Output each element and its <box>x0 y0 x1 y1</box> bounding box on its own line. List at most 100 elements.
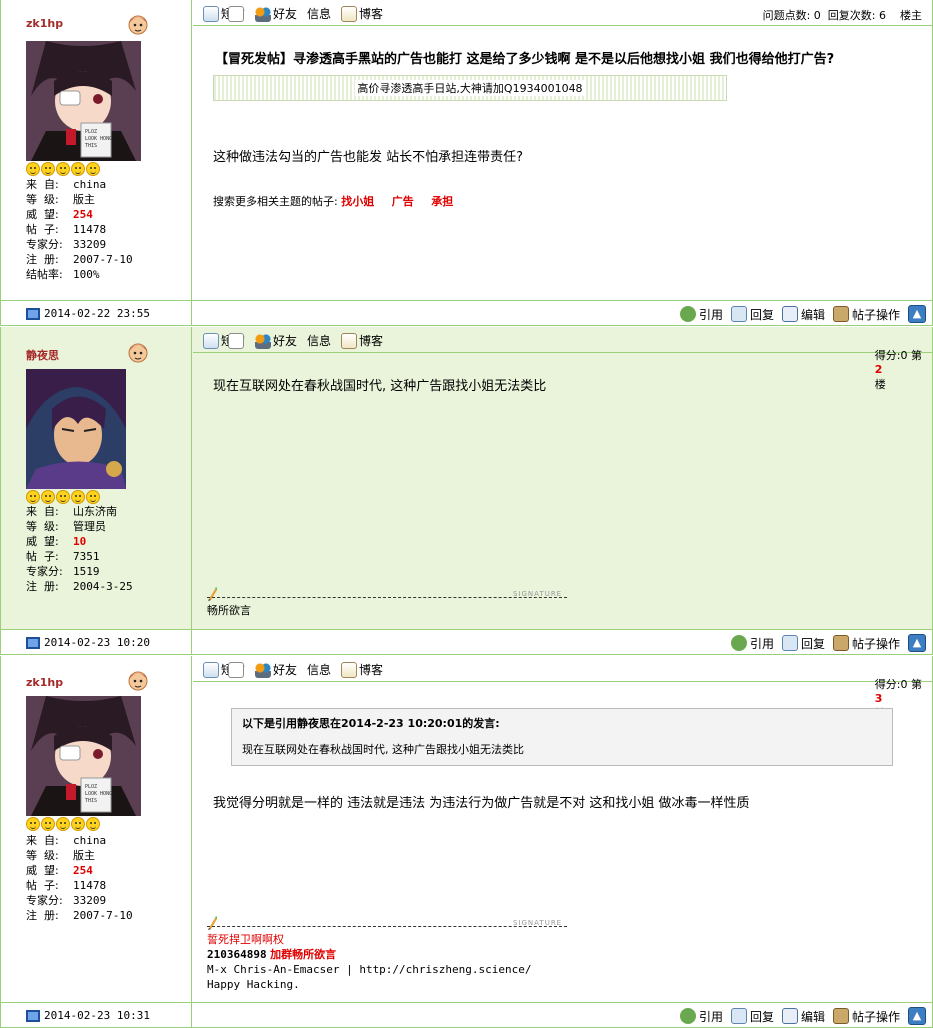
avatar[interactable]: PLOZ LOOK HONG THIS <box>26 696 141 816</box>
info-key: 帖 子: <box>26 223 59 236</box>
info-key: 等 级: <box>26 193 59 206</box>
post-footer: 2014-02-23 10:20 引用 回复 帖子操作 ▲ <box>0 629 933 655</box>
post-title: 【冒死发帖】寻渗透高手黑站的广告也能打 这是给了多少钱啊 是不是以后他想找小姐 … <box>215 52 835 67</box>
reply-label: 回复 <box>749 307 774 322</box>
post-date: 2014-02-23 10:31 <box>26 1009 150 1022</box>
friends-icon <box>255 661 272 678</box>
tools-icon <box>832 306 849 322</box>
info-value: 10 <box>73 535 87 548</box>
edit-button[interactable]: 编辑 <box>781 306 825 323</box>
notepad-icon <box>341 661 358 678</box>
info-key: 威 望: <box>26 208 59 221</box>
info-value: 版主 <box>73 193 95 206</box>
related-tags: 搜索更多相关主题的帖子: 找小姐 广告 承担 <box>213 193 467 209</box>
quote-label: 引用 <box>698 307 723 322</box>
info-link[interactable]: 信息 <box>228 661 331 678</box>
date-text: 2014-02-23 10:20 <box>44 636 150 649</box>
info-value: 100% <box>73 268 100 281</box>
post-content: 短信 好友 信息 博客 问题点数: 0 回复次数: 6 楼主 【冒死发帖】寻渗透… <box>193 0 932 300</box>
blog-link[interactable]: 博客 <box>341 332 383 349</box>
friends-icon <box>255 5 272 22</box>
info-value: china <box>73 834 107 847</box>
avatar[interactable]: PLOZ LOOK HONG THIS <box>26 41 141 161</box>
info-link[interactable]: 信息 <box>228 5 332 22</box>
friend-link[interactable]: 好友 <box>255 332 297 349</box>
back-to-top-icon[interactable]: ▲ <box>908 634 926 652</box>
back-to-top-icon[interactable]: ▲ <box>908 305 926 323</box>
post-toolbar: 短信 好友 信息 博客 问题点数: 0 回复次数: 6 楼主 <box>193 0 932 26</box>
blog-link[interactable]: 博客 <box>341 5 383 22</box>
floor-suffix: 楼 <box>874 378 886 391</box>
info-link[interactable]: 信息 <box>228 332 331 349</box>
blog-label: 博客 <box>359 663 384 677</box>
svg-text:LOOK HONG: LOOK HONG <box>85 136 112 142</box>
quote-button[interactable]: 引用 <box>730 635 774 652</box>
reply-button[interactable]: 回复 <box>730 1008 774 1025</box>
username[interactable]: 静夜思 <box>26 347 59 363</box>
info-value: 11478 <box>73 879 107 892</box>
info-value: 1519 <box>73 565 100 578</box>
post-ops-button[interactable]: 帖子操作 <box>832 1008 900 1025</box>
edit-button[interactable]: 编辑 <box>781 1008 825 1025</box>
signature-group: 加群畅所欲言 <box>270 948 337 961</box>
document-icon <box>228 661 244 678</box>
post-toolbar: 短信 好友 信息 博客 得分:0 第 2 楼 <box>193 327 932 391</box>
blog-label: 博客 <box>359 334 384 348</box>
info-key: 帖 子: <box>26 550 59 563</box>
signature-label: SIGNATURE <box>513 919 563 927</box>
signature-line: Happy Hacking. <box>207 978 300 991</box>
tags-label: 搜索更多相关主题的帖子: <box>213 195 338 208</box>
smiley-icon <box>86 162 100 176</box>
post-footer: 2014-02-22 23:55 引用 回复 编辑 帖子操作 ▲ <box>0 300 933 326</box>
avatar[interactable] <box>26 369 126 489</box>
ad-text: 高价寻渗透高手日站,大神请加Q1934001048 <box>355 80 585 96</box>
username[interactable]: zk1hp <box>26 676 63 689</box>
reply-button[interactable]: 回复 <box>730 306 774 323</box>
info-label: 信息 <box>307 7 332 21</box>
info-key: 专家分: <box>26 894 63 907</box>
post-ops-label: 帖子操作 <box>851 307 900 322</box>
tools-icon <box>832 635 849 651</box>
reply-button[interactable]: 回复 <box>781 635 825 652</box>
quote-button[interactable]: 引用 <box>679 306 723 323</box>
quote-button[interactable]: 引用 <box>679 1008 723 1025</box>
quote-author[interactable]: 静夜思 <box>297 717 330 730</box>
info-value: 2004-3-25 <box>73 580 133 593</box>
post-stats: 问题点数: 0 回复次数: 6 楼主 <box>762 9 922 22</box>
smiley-icon <box>26 162 40 176</box>
user-face-icon <box>128 343 148 363</box>
signature-line: 誓死捍卫啊啊权 <box>207 933 284 946</box>
friend-link[interactable]: 好友 <box>255 5 297 22</box>
info-value: 33209 <box>73 894 107 907</box>
post-body: 现在互联网处在春秋战国时代, 这种广告跟找小姐无法类比 <box>213 379 547 394</box>
reply-label: 回复 <box>800 636 825 651</box>
blog-link[interactable]: 博客 <box>341 661 383 678</box>
info-value: china <box>73 178 107 191</box>
info-value: 2007-7-10 <box>73 909 133 922</box>
edit-icon <box>781 306 798 322</box>
quote-icon <box>679 306 696 322</box>
back-to-top-icon[interactable]: ▲ <box>908 1007 926 1025</box>
notepad-icon <box>341 5 358 22</box>
signature-line[interactable]: M-x Chris-An-Emacser | http://chriszheng… <box>207 962 532 977</box>
rank-smileys <box>26 817 100 831</box>
svg-text:PLOZ: PLOZ <box>85 784 97 790</box>
info-key: 等 级: <box>26 520 59 533</box>
smiley-icon <box>71 490 85 504</box>
username[interactable]: zk1hp <box>26 17 63 30</box>
quote-icon <box>679 1008 696 1024</box>
friend-link[interactable]: 好友 <box>255 661 297 678</box>
post-ops-button[interactable]: 帖子操作 <box>832 635 900 652</box>
mail-icon <box>203 661 219 678</box>
tag-link[interactable]: 承担 <box>431 195 453 208</box>
info-value: 254 <box>73 208 93 221</box>
post-ops-button[interactable]: 帖子操作 <box>832 306 900 323</box>
tag-link[interactable]: 找小姐 <box>341 195 374 208</box>
tag-link[interactable]: 广告 <box>392 195 414 208</box>
info-key: 注 册: <box>26 253 59 266</box>
info-value: 33209 <box>73 238 107 251</box>
quote-label: 引用 <box>698 1009 723 1024</box>
computer-icon <box>26 1009 40 1022</box>
post-footer: 2014-02-23 10:31 引用 回复 编辑 帖子操作 ▲ <box>0 1002 933 1028</box>
signature: 誓死捍卫啊啊权 210364898 加群畅所欲言 M-x Chris-An-Em… <box>207 932 532 992</box>
